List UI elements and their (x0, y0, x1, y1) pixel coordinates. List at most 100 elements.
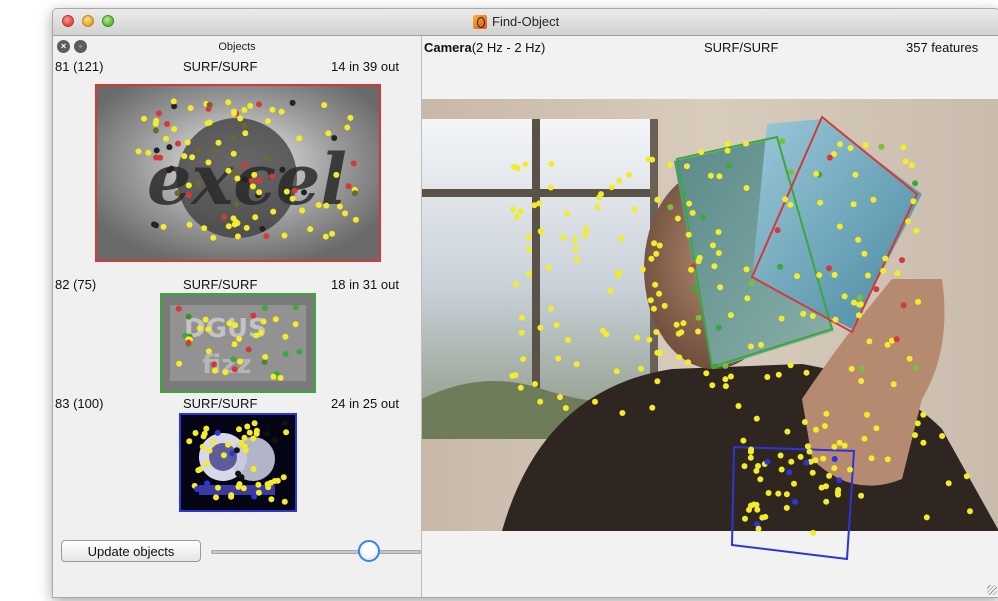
feature-point (545, 264, 552, 271)
feature-point (698, 149, 705, 155)
update-objects-button[interactable]: Update objects (61, 540, 201, 562)
feature-point (764, 374, 771, 380)
feature-point (211, 361, 217, 368)
feature-point (653, 329, 660, 335)
minimize-window-button[interactable] (82, 15, 94, 27)
feature-point (608, 184, 615, 191)
feature-point (153, 117, 160, 124)
feature-point (861, 435, 868, 442)
feature-point (141, 115, 147, 122)
feature-point (186, 438, 193, 445)
feature-point (826, 472, 833, 479)
feature-point (837, 141, 843, 148)
feature-point (233, 218, 239, 225)
object-82-thumbnail[interactable]: DGUS fizz (160, 293, 316, 393)
feature-point (722, 362, 729, 369)
feature-point (205, 348, 212, 355)
feature-point (244, 423, 251, 430)
feature-point (166, 144, 173, 151)
feature-point (920, 439, 927, 446)
camera-detector: SURF/SURF (704, 40, 779, 55)
feature-point (155, 110, 162, 117)
feature-point (307, 226, 314, 233)
feature-point (639, 266, 646, 273)
feature-point (192, 430, 199, 436)
feature-point (522, 161, 529, 168)
feature-point (727, 312, 734, 319)
feature-point (646, 336, 653, 343)
feature-point (164, 121, 171, 127)
feature-point (856, 301, 863, 308)
feature-point (607, 288, 614, 294)
threshold-slider-handle[interactable] (357, 540, 380, 562)
object-81-image: excel (97, 86, 379, 260)
feature-point (688, 266, 695, 273)
feature-point (711, 263, 718, 270)
object-81-thumbnail[interactable]: excel (95, 84, 381, 262)
feature-point (256, 189, 263, 196)
camera-image-view[interactable] (422, 99, 998, 571)
object-detector: SURF/SURF (183, 277, 258, 292)
feature-point (215, 484, 221, 491)
feature-point (350, 160, 357, 167)
feature-point (836, 477, 843, 484)
feature-point (255, 489, 262, 496)
feature-point (652, 281, 659, 288)
feature-point (241, 122, 248, 129)
feature-point (787, 201, 794, 208)
feature-point (204, 120, 211, 127)
object-id: 82 (75) (55, 277, 97, 292)
feature-point (242, 130, 249, 137)
feature-point (774, 227, 781, 234)
feature-point (197, 466, 204, 473)
feature-point (800, 310, 807, 317)
objects-panel: × ◦ Objects 81 (121) SURF/SURF 14 in 39 … (53, 36, 422, 597)
feature-point (782, 196, 789, 203)
feature-point (836, 223, 843, 230)
feature-point (661, 302, 668, 309)
feature-point (520, 356, 527, 362)
feature-point (153, 222, 159, 229)
feature-point (230, 356, 237, 363)
feature-point (717, 284, 724, 291)
object-83-thumbnail[interactable] (179, 413, 297, 512)
feature-point (779, 138, 786, 145)
feature-point (650, 305, 657, 312)
feature-point (870, 196, 877, 203)
feature-point (352, 216, 359, 223)
feature-point (691, 285, 697, 292)
feature-point (753, 415, 760, 422)
feature-point (215, 139, 222, 146)
feature-point (289, 195, 296, 202)
feature-point (817, 199, 824, 206)
feature-point (325, 130, 332, 137)
camera-panel-header: Camera(2 Hz - 2 Hz) SURF/SURF 357 featur… (422, 36, 998, 58)
object-info-row: 81 (121) SURF/SURF 14 in 39 out (53, 59, 421, 75)
feature-point (835, 491, 841, 498)
feature-point (196, 325, 203, 332)
feature-point (764, 458, 771, 465)
feature-point (333, 171, 340, 178)
feature-point (913, 227, 920, 234)
feature-point (250, 435, 257, 442)
feature-point (592, 398, 598, 405)
feature-point (906, 355, 913, 362)
feature-point (707, 172, 714, 179)
zoom-window-button[interactable] (102, 15, 114, 27)
feature-point (910, 198, 917, 205)
feature-point (225, 441, 231, 448)
feature-point (174, 190, 181, 197)
feature-point (832, 316, 839, 323)
feature-point (685, 231, 692, 238)
threshold-slider-track[interactable] (211, 550, 421, 554)
feature-point (271, 437, 278, 444)
feature-point (847, 145, 854, 151)
feature-point (884, 456, 891, 463)
resize-grip[interactable] (987, 585, 997, 595)
close-window-button[interactable] (62, 15, 74, 27)
feature-point (211, 147, 218, 153)
feature-point (231, 341, 238, 348)
feature-point (900, 144, 907, 151)
feature-point (722, 376, 729, 383)
feature-point (278, 108, 285, 115)
